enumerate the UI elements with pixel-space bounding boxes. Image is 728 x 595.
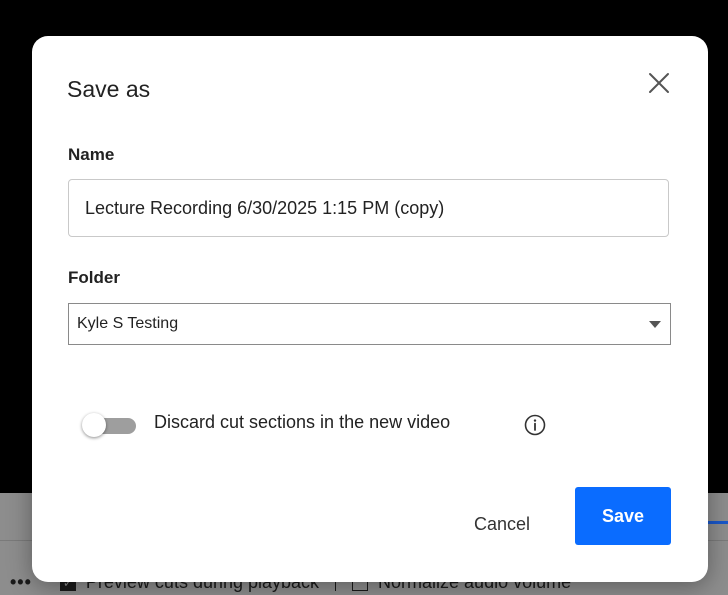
save-as-dialog: Save as Name Folder Kyle S Testing Disca… <box>32 36 708 582</box>
save-button[interactable]: Save <box>575 487 671 545</box>
dialog-title: Save as <box>67 76 151 102</box>
close-icon <box>649 73 669 93</box>
discard-cuts-toggle[interactable] <box>82 411 138 439</box>
info-button[interactable] <box>523 413 547 437</box>
discard-cuts-label: Discard cut sections in the new video <box>154 412 451 432</box>
more-icon[interactable]: ••• <box>10 572 32 593</box>
name-input[interactable] <box>68 179 669 237</box>
name-label: Name <box>68 145 115 164</box>
folder-label: Folder <box>68 268 120 287</box>
chevron-down-icon <box>649 321 661 328</box>
toggle-knob <box>82 413 106 437</box>
folder-selected-value: Kyle S Testing <box>77 315 179 332</box>
cancel-button[interactable]: Cancel <box>462 506 542 542</box>
close-button[interactable] <box>646 70 672 96</box>
folder-dropdown[interactable]: Kyle S Testing <box>68 303 671 345</box>
info-icon <box>524 414 546 436</box>
